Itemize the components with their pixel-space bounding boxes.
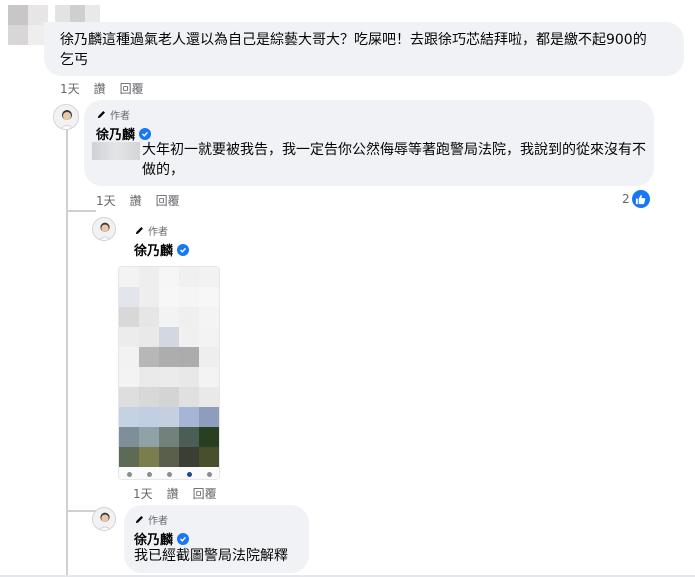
author-name[interactable]: 徐乃麟 [134,240,190,259]
blurred-avatar [8,5,48,45]
reply-time: 1天 [133,487,153,501]
avatar[interactable] [92,507,116,531]
author-name-label: 徐乃麟 [134,244,174,259]
reply-time: 1天 [96,194,116,208]
reaction-count-value: 2 [622,192,630,206]
avatar[interactable] [92,217,116,241]
screenshot-nav-bar [119,467,219,479]
comment-actions: 1天 讚 回覆 [60,80,144,97]
verified-badge-icon [139,127,152,140]
like-button[interactable]: 讚 [130,192,142,209]
pencil-icon [97,111,105,119]
reply-button[interactable]: 回覆 [156,192,180,209]
reply-actions: 1天 讚 回覆 [96,192,180,209]
like-button[interactable]: 讚 [94,80,106,97]
comment-time: 1天 [60,82,80,96]
reply-button[interactable]: 回覆 [120,80,144,97]
comment-text: 徐乃麟這種過氣老人還以為自己是綜藝大哥大？吃屎吧！去跟徐巧芯結拜啦，都是繳不起9… [60,32,647,68]
reply-actions: 1天 讚 回覆 [133,485,217,502]
reply-text: 大年初一就要被我告，我一定告你公然侮辱等著跑警局法院，我說到的從來沒有不做的， [142,142,646,178]
reply-button[interactable]: 回覆 [193,485,217,502]
reaction-count[interactable]: 2 [622,190,650,208]
author-tag: 作者 [134,223,168,238]
author-tag-label: 作者 [148,516,168,527]
redacted-mention [92,142,140,160]
thread-line-branch [66,210,96,212]
like-button[interactable]: 讚 [167,485,179,502]
like-icon [631,190,650,208]
pencil-icon [135,516,143,524]
avatar[interactable] [53,104,79,130]
verified-badge-icon [177,532,190,545]
reply-text: 我已經截圖警局法院解釋 [134,548,288,564]
author-name-label: 徐乃麟 [96,128,136,143]
author-tag-label: 作者 [148,227,168,238]
author-tag: 作者 [134,512,168,527]
author-tag: 作者 [96,107,130,122]
attached-screenshot-image[interactable] [118,266,220,480]
thread-line-branch [66,510,96,512]
author-tag-label: 作者 [110,111,130,122]
pixelated-screenshot [119,267,219,467]
verified-badge-icon [177,243,190,256]
pencil-icon [135,227,143,235]
